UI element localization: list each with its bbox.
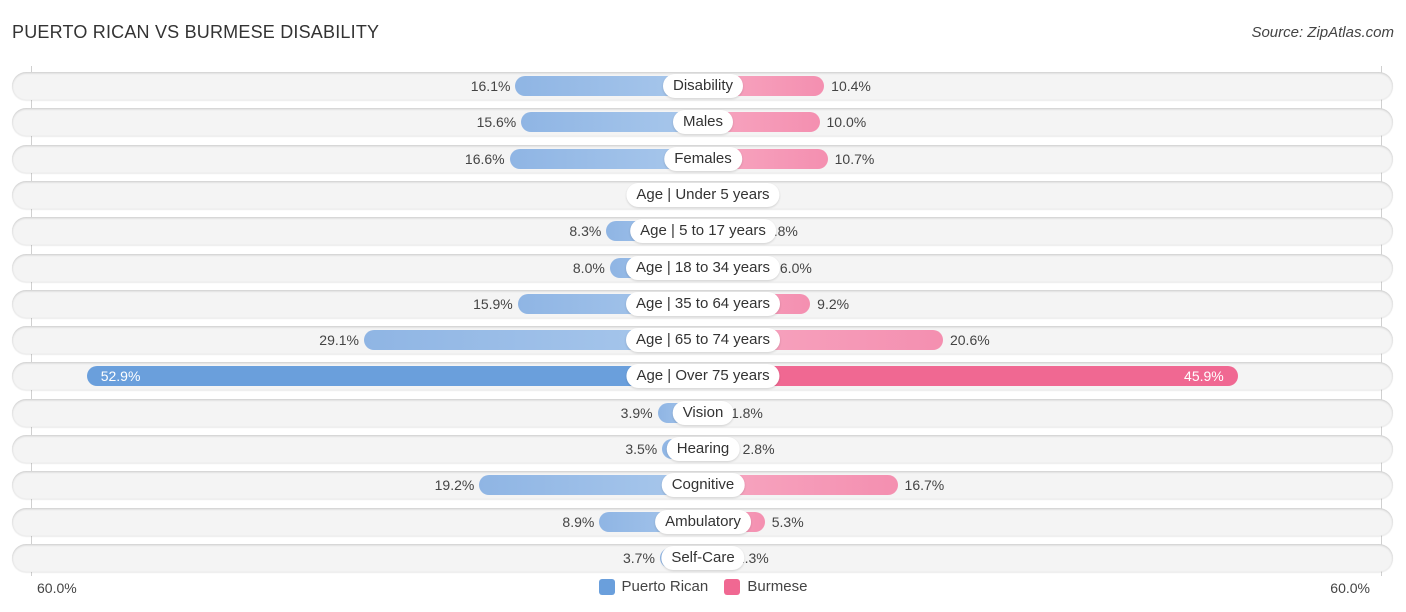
legend-swatch-puerto-rican [598,578,615,595]
legend-label-puerto-rican: Puerto Rican [621,578,709,595]
value-label-puerto-rican: 29.1% [319,332,359,349]
legend-item-puerto-rican[interactable]: Puerto Rican [598,578,709,595]
value-label-burmese: 20.6% [949,332,990,349]
value-label-puerto-rican: 3.9% [620,404,653,421]
value-label-puerto-rican: 3.5% [625,441,658,457]
bar-puerto-rican[interactable] [86,366,703,387]
value-label-puerto-rican: 15.9% [473,295,513,312]
value-label-puerto-rican: 16.1% [470,78,511,94]
value-label-puerto-rican: 52.9% [100,368,141,385]
category-label: Age | Under 5 years [626,182,780,207]
value-label-puerto-rican: 3.7% [622,549,655,566]
legend-swatch-burmese [724,578,741,595]
value-label-puerto-rican: 15.6% [476,114,517,131]
value-label-puerto-rican: 8.3% [569,223,602,240]
category-label: Age | 18 to 34 years [626,255,780,280]
gridline-right [1381,66,1382,576]
category-label: Vision [672,400,734,425]
category-label: Females [664,146,742,171]
value-label-burmese: 16.7% [904,477,945,494]
legend-item-burmese[interactable]: Burmese [724,578,807,595]
value-label-burmese: 45.9% [1184,368,1224,385]
value-label-puerto-rican: 8.9% [562,513,595,530]
category-label: Ambulatory [655,509,751,534]
gridline-left [31,66,32,576]
legend: Puerto Rican Burmese [0,578,1406,599]
value-label-burmese: 9.2% [817,295,850,312]
value-label-burmese: 1.8% [730,404,763,421]
value-label-burmese: 5.3% [771,513,804,530]
category-label: Disability [662,74,744,98]
category-label: Hearing [666,437,740,461]
chart-title: PUERTO RICAN VS BURMESE DISABILITY [12,22,380,42]
category-label: Males [672,110,734,135]
value-label-burmese: 6.0% [779,259,812,276]
category-label: Age | 5 to 17 years [630,219,776,244]
category-label: Age | Over 75 years [626,364,780,389]
category-label: Age | 35 to 64 years [626,291,780,316]
legend-label-burmese: Burmese [747,578,808,595]
value-label-burmese: 2.8% [742,441,775,457]
category-label: Age | 65 to 74 years [626,328,780,353]
value-label-burmese: 10.7% [834,150,875,167]
value-label-puerto-rican: 19.2% [434,477,475,494]
value-label-burmese: 10.0% [826,114,867,131]
value-label-puerto-rican: 8.0% [572,259,605,276]
bar-burmese[interactable] [703,366,1238,387]
value-label-burmese: 10.4% [831,78,871,94]
source-credit: Source: ZipAtlas.com [1251,24,1394,41]
category-label: Self-Care [661,545,745,570]
category-label: Cognitive [661,473,745,498]
value-label-puerto-rican: 16.6% [464,150,505,167]
